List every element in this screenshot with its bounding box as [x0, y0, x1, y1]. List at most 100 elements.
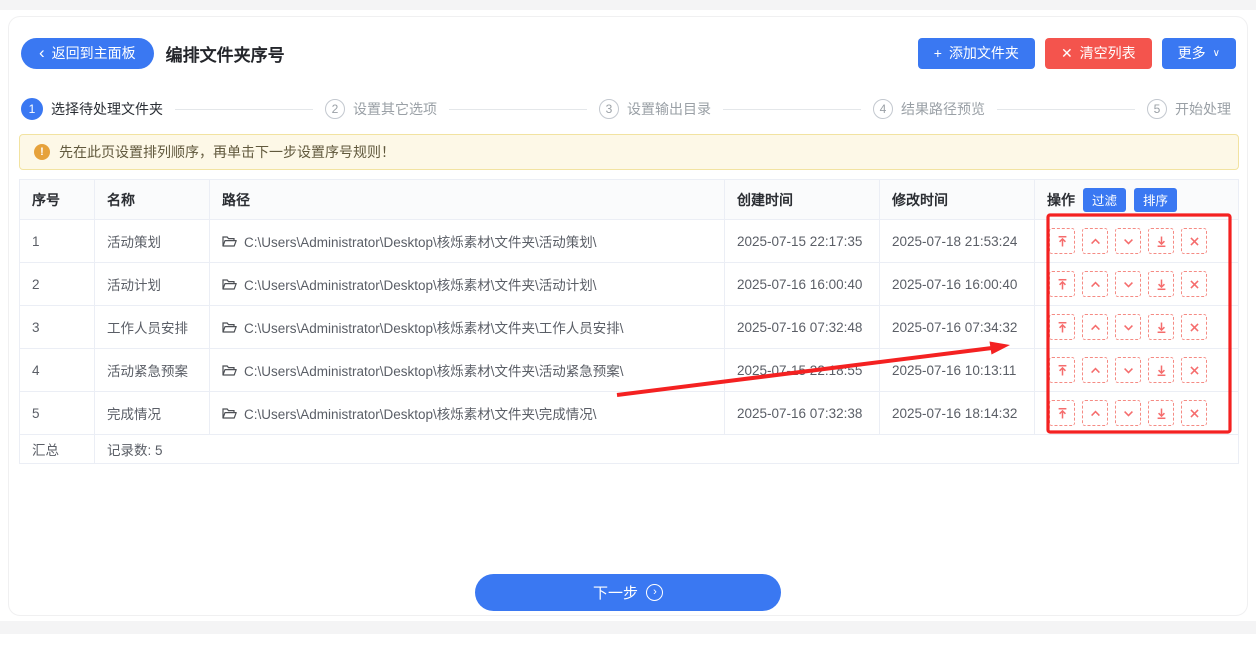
chevron-down-icon: ∨: [1212, 48, 1220, 59]
folder-icon: [222, 321, 237, 334]
header-actions: + 添加文件夹 ✕ 清空列表 更多 ∨: [917, 37, 1236, 69]
folder-icon: [222, 407, 237, 420]
folder-table: 序号 名称 路径 创建时间 修改时间 操作 过滤 排序 1 活动策划 C:\Us…: [19, 179, 1239, 464]
move-down-button[interactable]: [1115, 357, 1141, 383]
move-to-bottom-button[interactable]: [1148, 357, 1174, 383]
cell-modified: 2025-07-18 21:53:24: [879, 219, 1035, 263]
back-to-main-button[interactable]: ‹ 返回到主面板: [21, 37, 154, 69]
sort-button[interactable]: 排序: [1134, 187, 1178, 212]
col-header-path: 路径: [209, 179, 725, 220]
move-down-button[interactable]: [1115, 314, 1141, 340]
cell-name: 活动紧急预案: [94, 348, 210, 392]
cell-seq: 3: [19, 305, 95, 349]
cell-modified: 2025-07-16 16:00:40: [879, 262, 1035, 306]
move-down-icon: [1123, 324, 1133, 331]
cell-seq: 4: [19, 348, 95, 392]
filter-button[interactable]: 过滤: [1083, 187, 1127, 212]
step-1-select-folders: 1 选择待处理文件夹: [21, 98, 163, 120]
more-button[interactable]: 更多 ∨: [1161, 37, 1236, 69]
step-wizard: 1 选择待处理文件夹 2 设置其它选项 3 设置输出目录 4 结果路径预览 5 …: [21, 97, 1231, 121]
table-row: 4 活动紧急预案 C:\Users\Administrator\Desktop\…: [19, 348, 1239, 392]
move-to-top-button[interactable]: [1049, 271, 1075, 297]
delete-row-button[interactable]: [1181, 271, 1207, 297]
move-to-bottom-icon: [1157, 365, 1165, 376]
delete-row-button[interactable]: [1181, 400, 1207, 426]
move-up-icon: [1090, 280, 1100, 287]
move-to-bottom-button[interactable]: [1148, 228, 1174, 254]
move-up-icon: [1090, 323, 1100, 330]
delete-row-button[interactable]: [1181, 314, 1207, 340]
col-header-seq: 序号: [19, 179, 95, 220]
move-up-button[interactable]: [1082, 357, 1108, 383]
cell-seq: 1: [19, 219, 95, 263]
cell-path: C:\Users\Administrator\Desktop\核烁素材\文件夹\…: [209, 348, 725, 392]
path-text: C:\Users\Administrator\Desktop\核烁素材\文件夹\…: [244, 407, 597, 422]
move-up-button[interactable]: [1082, 400, 1108, 426]
clear-list-label: 清空列表: [1079, 45, 1136, 61]
table-row: 5 完成情况 C:\Users\Administrator\Desktop\核烁…: [19, 391, 1239, 435]
move-up-button[interactable]: [1082, 314, 1108, 340]
next-step-label: 下一步: [592, 585, 638, 602]
back-chevron-icon: ‹: [39, 42, 45, 62]
step-connector: [997, 108, 1135, 110]
move-down-button[interactable]: [1115, 400, 1141, 426]
delete-row-button[interactable]: [1181, 228, 1207, 254]
col-header-actions: 操作 过滤 排序: [1034, 179, 1239, 220]
move-down-button[interactable]: [1115, 228, 1141, 254]
move-to-bottom-button[interactable]: [1148, 271, 1174, 297]
add-folder-button[interactable]: + 添加文件夹: [917, 37, 1035, 69]
folder-icon: [222, 278, 237, 291]
step-2-label: 设置其它选项: [353, 101, 437, 117]
move-up-button[interactable]: [1082, 228, 1108, 254]
move-to-bottom-button[interactable]: [1148, 400, 1174, 426]
move-up-icon: [1090, 237, 1100, 244]
cell-created: 2025-07-15 22:17:35: [724, 219, 880, 263]
delete-icon: [1189, 279, 1199, 289]
step-4-label: 结果路径预览: [901, 101, 985, 117]
notice-text: 先在此页设置排列顺序，再单击下一步设置序号规则！: [59, 144, 395, 160]
back-button-label: 返回到主面板: [51, 45, 136, 61]
path-text: C:\Users\Administrator\Desktop\核烁素材\文件夹\…: [244, 321, 624, 336]
cell-modified: 2025-07-16 10:13:11: [879, 348, 1035, 392]
add-folder-label: 添加文件夹: [948, 45, 1019, 61]
move-up-button[interactable]: [1082, 271, 1108, 297]
cell-modified: 2025-07-16 18:14:32: [879, 391, 1035, 435]
cell-actions: [1034, 305, 1239, 349]
clear-list-button[interactable]: ✕ 清空列表: [1044, 37, 1152, 69]
move-to-top-icon: [1058, 407, 1066, 418]
cell-actions: [1034, 262, 1239, 306]
next-step-button[interactable]: 下一步 ›: [475, 574, 781, 611]
move-to-top-button[interactable]: [1049, 357, 1075, 383]
step-connector: [723, 108, 861, 110]
cell-path: C:\Users\Administrator\Desktop\核烁素材\文件夹\…: [209, 305, 725, 349]
row-actions-group: [1047, 400, 1226, 426]
move-to-top-icon: [1058, 278, 1066, 289]
move-to-top-button[interactable]: [1049, 314, 1075, 340]
step-3-label: 设置输出目录: [627, 101, 711, 117]
window-bottom-strip: [0, 621, 1256, 634]
step-connector: [175, 108, 313, 110]
table-row: 1 活动策划 C:\Users\Administrator\Desktop\核烁…: [19, 219, 1239, 263]
move-to-bottom-button[interactable]: [1148, 314, 1174, 340]
move-down-button[interactable]: [1115, 271, 1141, 297]
more-label: 更多: [1177, 45, 1206, 61]
path-text: C:\Users\Administrator\Desktop\核烁素材\文件夹\…: [244, 278, 597, 293]
row-actions-group: [1047, 314, 1226, 340]
folder-icon: [222, 235, 237, 248]
move-to-top-button[interactable]: [1049, 400, 1075, 426]
close-icon: ✕: [1060, 45, 1073, 61]
move-to-top-button[interactable]: [1049, 228, 1075, 254]
delete-row-button[interactable]: [1181, 357, 1207, 383]
move-to-bottom-icon: [1157, 408, 1165, 419]
move-up-icon: [1090, 409, 1100, 416]
row-actions-group: [1047, 228, 1226, 254]
folder-table-container: 序号 名称 路径 创建时间 修改时间 操作 过滤 排序 1 活动策划 C:\Us…: [19, 179, 1239, 464]
move-down-icon: [1123, 410, 1133, 417]
step-5-start: 5 开始处理: [1147, 99, 1231, 119]
step-connector: [449, 108, 587, 110]
cell-name: 活动计划: [94, 262, 210, 306]
step-5-label: 开始处理: [1175, 101, 1231, 117]
cell-created: 2025-07-16 16:00:40: [724, 262, 880, 306]
window-top-strip: [0, 0, 1256, 10]
cell-name: 活动策划: [94, 219, 210, 263]
